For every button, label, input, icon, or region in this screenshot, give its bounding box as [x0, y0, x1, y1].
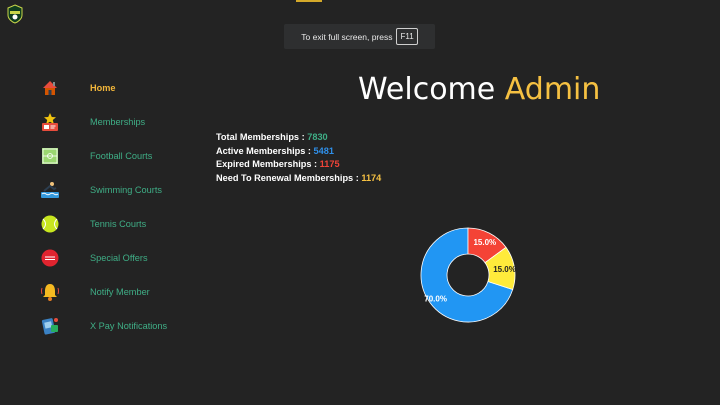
stat-renewal-memberships: Need To Renewal Memberships : 1174 — [216, 172, 381, 186]
stat-value: 1175 — [319, 159, 340, 169]
sidebar-item-label: Football Courts — [90, 151, 153, 161]
stat-value: 5481 — [313, 145, 334, 156]
payment-app-icon — [41, 318, 58, 335]
stat-value: 7830 — [307, 132, 328, 142]
bell-icon — [41, 284, 59, 301]
stat-active-memberships: Active Memberships : 5481 — [216, 145, 381, 159]
sidebar-item-notify-member[interactable]: Notify Member — [40, 281, 200, 303]
sidebar-item-football-courts[interactable]: Football Courts — [40, 145, 200, 167]
membership-stats: Total Memberships : 7830 Active Membersh… — [216, 131, 381, 185]
page-title: Welcome Admin — [358, 70, 600, 110]
chart-slice-label-0: 70.0% — [424, 295, 447, 304]
stat-label: Need To Renewal Memberships : — [216, 172, 359, 183]
top-accent-bar — [296, 0, 322, 2]
sidebar-item-home[interactable]: Home — [40, 77, 200, 99]
swimmer-icon — [41, 182, 59, 198]
sidebar-item-x-pay-notifications[interactable]: X Pay Notifications — [40, 315, 200, 337]
sidebar-item-label: Notify Member — [90, 287, 150, 297]
membership-doughnut-chart: 70.0% 15.0% 15.0% — [420, 227, 516, 323]
welcome-text: Welcome — [358, 72, 496, 107]
sidebar-item-label: Special Offers — [90, 253, 148, 263]
stat-label: Expired Memberships : — [216, 159, 318, 169]
stat-total-memberships: Total Memberships : 7830 — [216, 131, 381, 145]
sidebar-item-label: Swimming Courts — [90, 185, 162, 195]
chart-slice-label-2: 15.0% — [493, 265, 516, 274]
app-logo[interactable] — [6, 4, 24, 24]
fullscreen-exit-toast: To exit full screen, press F11 — [284, 24, 435, 49]
stat-label: Active Memberships : — [216, 145, 311, 156]
house-icon — [43, 81, 57, 95]
sidebar-item-label: Home — [90, 83, 116, 93]
sidebar-item-special-offers[interactable]: Special Offers — [40, 247, 200, 269]
f11-key-badge: F11 — [396, 28, 418, 45]
stat-label: Total Memberships : — [216, 132, 305, 142]
sidebar-item-memberships[interactable]: Memberships — [40, 111, 200, 133]
football-field-icon — [42, 148, 58, 164]
stat-value: 1174 — [361, 172, 382, 183]
sidebar-item-swimming-courts[interactable]: Swimming Courts — [40, 179, 200, 201]
admin-name: Admin — [504, 72, 601, 107]
sidebar-item-label: X Pay Notifications — [90, 321, 168, 331]
sidebar-item-tennis-courts[interactable]: Tennis Courts — [40, 213, 200, 235]
chart-slice-label-1: 15.0% — [473, 238, 496, 247]
membership-card-icon — [42, 113, 58, 131]
fullscreen-toast-text: To exit full screen, press — [301, 31, 393, 42]
sidebar-item-label: Tennis Courts — [90, 219, 147, 229]
tennis-ball-icon — [41, 215, 59, 233]
sidebar-item-label: Memberships — [90, 117, 146, 127]
stat-expired-memberships: Expired Memberships : 1175 — [216, 158, 381, 172]
offer-tag-icon — [41, 249, 59, 267]
